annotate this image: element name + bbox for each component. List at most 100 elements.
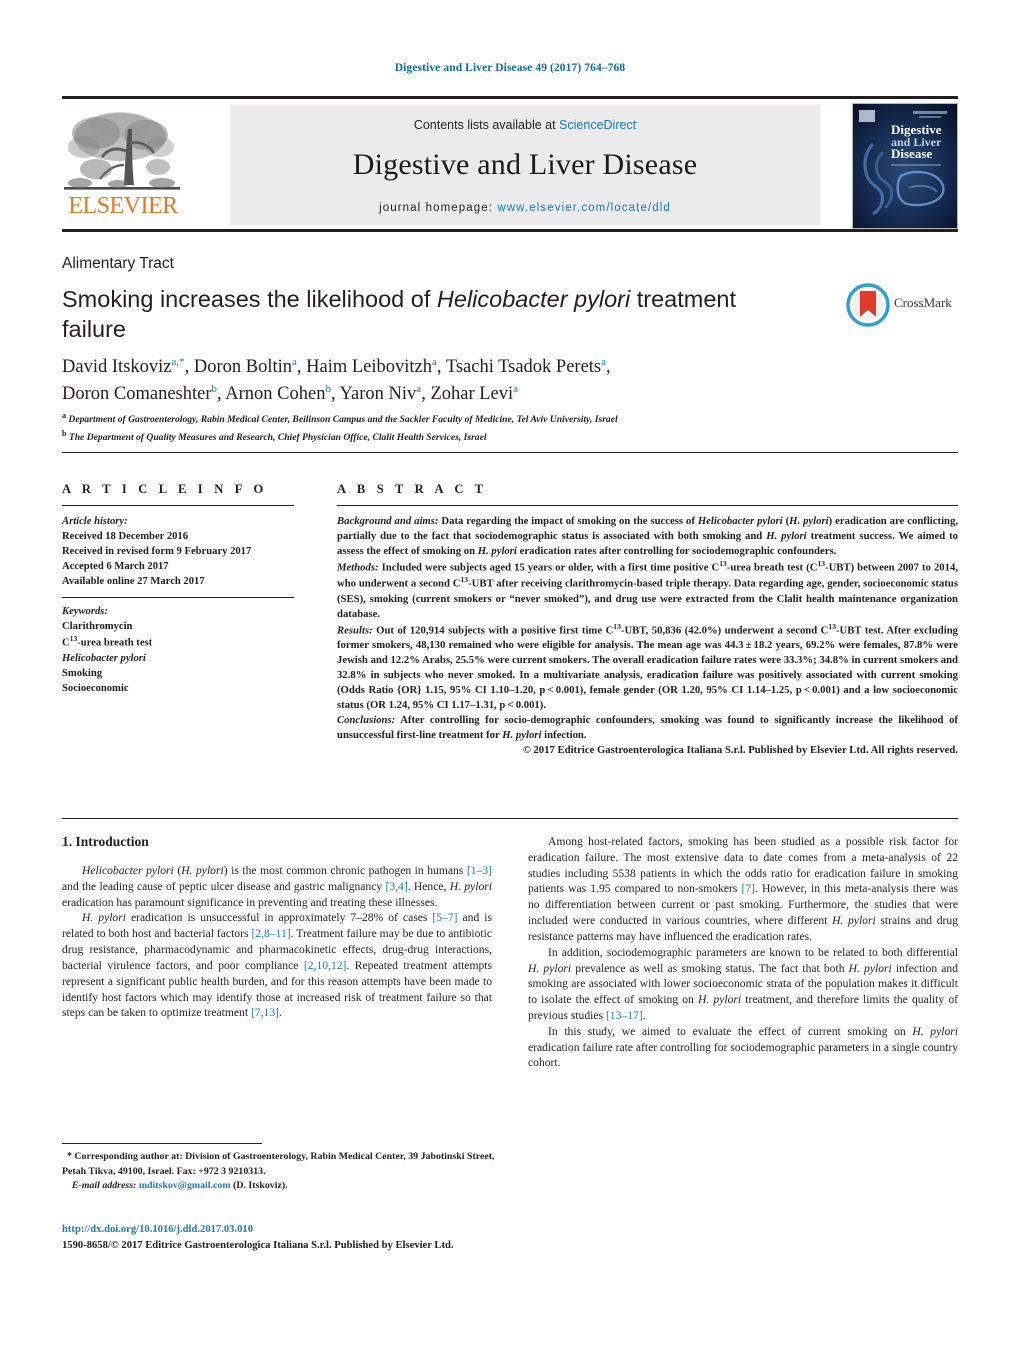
corresponding-author-line: * Corresponding author at: Division of G…	[62, 1150, 497, 1179]
citation-link[interactable]: [7,13]	[251, 1006, 279, 1019]
author-8-sup: a	[513, 382, 519, 395]
intro-paragraph-1: Helicobacter pylori (H. pylori) is the m…	[62, 864, 492, 909]
keywords-label: Keywords:	[62, 606, 108, 617]
author-2-sup: a	[291, 355, 297, 368]
abstract-body: Background and aims: Data regarding the …	[337, 514, 958, 757]
keyword-item: Smoking	[62, 667, 103, 679]
intro-heading: 1. Introduction	[62, 834, 149, 849]
citation-link[interactable]: [7]	[741, 882, 755, 895]
page-title: Smoking increases the likelihood of Heli…	[62, 284, 762, 344]
divider-abstract-col	[337, 505, 958, 506]
homepage-label: journal homepage:	[379, 202, 494, 214]
email-suffix: (D. Itskoviz).	[230, 1179, 288, 1191]
email-line: E-mail address: mditskov@gmail.com (D. I…	[62, 1179, 497, 1193]
svg-text:Disease: Disease	[891, 146, 932, 161]
footnote-divider	[62, 1143, 262, 1144]
body-column-right: Among host-related factors, smoking has …	[528, 834, 958, 1071]
author-1-sup: a,*	[171, 355, 185, 368]
abstract-conclusions-label: Conclusions:	[337, 713, 396, 726]
affiliation-a-text: Department of Gastroenterology, Rabin Me…	[68, 414, 618, 426]
author-3-sup: a	[432, 355, 437, 368]
journal-masthead: ELSEVIER Contents lists available at Sci…	[62, 96, 958, 232]
paper-page: Digestive and Liver Disease 49 (2017) 76…	[0, 0, 1020, 1351]
keyword-item: Helicobacter pylori	[62, 652, 146, 664]
citation-link[interactable]: [1–3]	[467, 864, 492, 877]
author-7: Yaron Niv	[339, 383, 417, 404]
article-accepted: Accepted 6 March 2017	[62, 561, 169, 573]
citation-link[interactable]: [2,8–11]	[251, 927, 290, 940]
keyword-item: Clarithromycin	[62, 621, 133, 633]
affiliation-b-text: The Department of Quality Measures and R…	[68, 432, 487, 444]
author-list: David Itskoviza,*, Doron Boltina, Haim L…	[62, 355, 611, 404]
article-revised: Received in revised form 9 February 2017	[62, 546, 252, 558]
article-received: Received 18 December 2016	[62, 531, 189, 543]
affiliations: a Department of Gastroenterology, Rabin …	[62, 410, 952, 446]
intro-paragraph-4: In addition, sociodemographic parameters…	[528, 945, 959, 1022]
homepage-url-link[interactable]: www.elsevier.com/locate/dld	[497, 202, 671, 214]
abstract-methods: Methods: Included were subjects aged 15 …	[337, 558, 958, 620]
affiliation-b: b The Department of Quality Measures and…	[62, 429, 487, 444]
doi-block: http://dx.doi.org/10.1016/j.dld.2017.03.…	[62, 1222, 662, 1254]
citation-link[interactable]: [13–17]	[606, 1009, 643, 1022]
corresponding-author-text: Corresponding author at: Division of Gas…	[62, 1151, 495, 1177]
masthead-center-band: Contents lists available at ScienceDirec…	[230, 105, 820, 225]
author-1: David Itskoviz	[62, 357, 172, 377]
abstract-background: Background and aims: Data regarding the …	[337, 515, 959, 557]
article-available-online: Available online 27 March 2017	[62, 576, 205, 588]
author-5-sup: b	[211, 382, 218, 395]
email-label: E-mail address:	[71, 1179, 137, 1191]
keywords-block: Keywords: Clarithromycin C13-urea breath…	[62, 604, 302, 696]
crossmark-icon	[846, 283, 890, 327]
author-6: Arnon Cohen	[225, 383, 326, 404]
citation-link[interactable]: [5–7]	[432, 911, 457, 924]
author-8: Zohar Levi	[430, 383, 514, 404]
email-link[interactable]: mditskov@gmail.com	[139, 1180, 231, 1191]
running-head: Digestive and Liver Disease 49 (2017) 76…	[394, 62, 626, 74]
abstract-methods-label: Methods:	[337, 561, 379, 574]
author-4-sup: a	[601, 355, 607, 368]
sciencedirect-link[interactable]: ScienceDirect	[559, 118, 636, 132]
intro-paragraph-3: Among host-related factors, smoking has …	[528, 835, 958, 943]
elsevier-wordmark: ELSEVIER	[68, 193, 178, 219]
article-info-heading: A R T I C L E I N F O	[62, 482, 268, 496]
citation-link[interactable]: [3,4]	[385, 880, 407, 893]
author-4: Tsachi Tsadok Perets	[445, 357, 602, 377]
divider-info-col	[62, 505, 294, 506]
divider-above-info	[62, 452, 958, 453]
intro-p1-species: Helicobacter pylori	[82, 864, 174, 877]
corresponding-author-footnote: * Corresponding author at: Division of G…	[62, 1150, 497, 1193]
keyword-item: Socioeconomic	[62, 682, 129, 694]
body-column-left: 1. Introduction Helicobacter pylori (H. …	[62, 834, 492, 1021]
journal-homepage-line: journal homepage: www.elsevier.com/locat…	[230, 202, 820, 214]
section-label: Alimentary Tract	[62, 255, 174, 272]
divider-above-body	[62, 818, 958, 819]
author-5: Doron Comaneshter	[62, 383, 212, 404]
abstract-conclusions: Conclusions: After controlling for socio…	[337, 713, 958, 741]
keyword-item: C13-urea breath test	[62, 634, 153, 649]
contents-prefix: Contents lists available at	[413, 118, 560, 132]
author-3: Haim Leibovitzh	[306, 357, 432, 377]
crossmark-label: CrossMark	[894, 295, 952, 310]
issn-copyright-line: 1590-8658/© 2017 Editrice Gastroenterolo…	[62, 1239, 454, 1251]
author-6-sup: b	[325, 382, 331, 395]
divider-keywords	[62, 597, 294, 598]
intro-paragraph-5: In this study, we aimed to evaluate the …	[528, 1024, 958, 1070]
citation-link[interactable]: [2,10,12]	[304, 959, 347, 972]
affiliation-a: a Department of Gastroenterology, Rabin …	[62, 411, 618, 426]
journal-cover-thumbnail: Digestive and Liver Disease	[852, 103, 958, 229]
abstract-copyright: © 2017 Editrice Gastroenterologica Itali…	[522, 743, 958, 756]
abstract-background-label: Background and aims:	[337, 515, 439, 527]
crossmark-badge[interactable]: CrossMark	[846, 283, 956, 329]
abstract-results-label: Results:	[337, 624, 373, 637]
abstract-heading: A B S T R A C T	[337, 482, 488, 496]
intro-paragraph-2: H. pylori eradication is unsuccessful in…	[62, 911, 492, 1020]
abstract-results: Results: Out of 120,914 subjects with a …	[337, 621, 958, 711]
journal-title: Digestive and Liver Disease	[352, 148, 698, 181]
article-history-label: Article history:	[62, 516, 128, 527]
contents-line: Contents lists available at ScienceDirec…	[230, 105, 820, 132]
title-species-italic: Helicobacter pylori	[436, 286, 631, 312]
doi-link[interactable]: http://dx.doi.org/10.1016/j.dld.2017.03.…	[62, 1222, 662, 1238]
title-part-1: Smoking increases the likelihood of	[62, 286, 437, 312]
author-7-sup: a	[416, 382, 422, 395]
article-history: Article history: Received 18 December 20…	[62, 514, 302, 589]
